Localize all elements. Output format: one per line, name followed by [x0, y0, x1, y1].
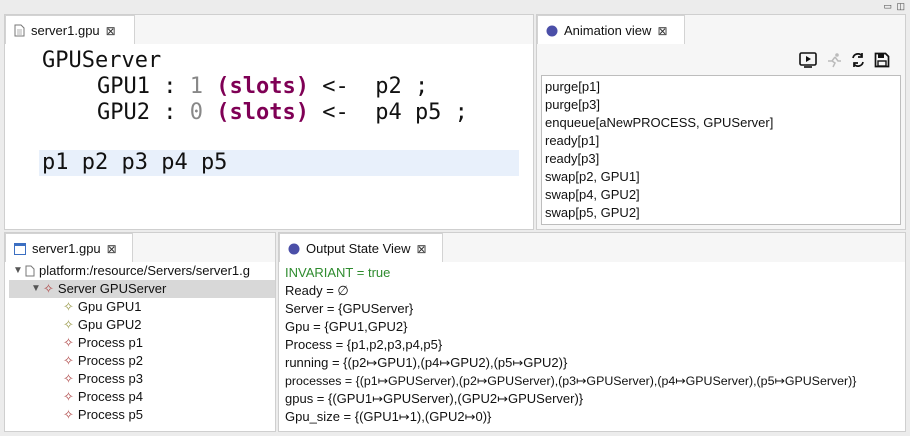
- play-icon[interactable]: [797, 50, 819, 70]
- animation-body: purge[p1] purge[p3] enqueue[aNewPROCESS,…: [537, 44, 905, 229]
- tree-item-label: Process p1: [77, 335, 143, 350]
- expand-arrow-icon[interactable]: ▼: [13, 262, 25, 280]
- state-line: Gpu_size = {(GPU1↦1),(GPU2↦0)}: [285, 409, 492, 424]
- tab-label: Output State View: [306, 241, 411, 256]
- tree-item-process[interactable]: ✧ Process p5: [63, 406, 143, 424]
- window-controls[interactable]: ▭ ◫: [883, 1, 906, 12]
- gpu-icon: ✧: [63, 299, 74, 314]
- editor-content[interactable]: GPUServer GPU1 : 1 (slots) <- p2 ; GPU2 …: [5, 44, 533, 229]
- output-panel: Output State View ⊠ INVARIANT = true Rea…: [278, 232, 906, 432]
- tree-item-process[interactable]: ✧ Process p3: [63, 370, 143, 388]
- file-icon: [14, 24, 25, 37]
- tree-item-label: Process p5: [77, 407, 143, 422]
- tree-item-label: Gpu GPU2: [77, 317, 142, 332]
- process-icon: ✧: [63, 371, 74, 386]
- event-item[interactable]: ready[p1]: [545, 132, 897, 150]
- save-icon[interactable]: [871, 50, 893, 70]
- editor-tabbar: server1.gpu ⊠: [5, 15, 533, 45]
- event-item[interactable]: enqueue[aNewPROCESS, GPUServer]: [545, 114, 897, 132]
- tree-item-label: Process p2: [77, 353, 143, 368]
- refresh-icon[interactable]: [847, 50, 869, 70]
- event-item[interactable]: purge[p3]: [545, 96, 897, 114]
- tree-item-process[interactable]: ✧ Process p2: [63, 352, 143, 370]
- outline-tabbar: server1.gpu ⊠: [5, 233, 275, 263]
- run-icon[interactable]: [823, 50, 845, 70]
- window-icon: [14, 242, 26, 255]
- tab-label: server1.gpu: [32, 241, 101, 256]
- tree-item-root[interactable]: ▼ platform:/resource/Servers/server1.g: [13, 262, 250, 280]
- state-line: Gpu = {GPU1,GPU2}: [285, 319, 408, 334]
- tab-output-state-view[interactable]: Output State View ⊠: [279, 233, 443, 263]
- state-line: Server = {GPUServer}: [285, 301, 414, 316]
- close-icon[interactable]: ⊠: [106, 24, 116, 38]
- tree-item-process[interactable]: ✧ Process p4: [63, 388, 143, 406]
- process-icon: ✧: [63, 335, 74, 350]
- editor-panel: server1.gpu ⊠ GPUServer GPU1 : 1 (slots)…: [4, 14, 534, 230]
- tab-label: server1.gpu: [31, 23, 100, 38]
- editor-line-processes: p1 p2 p3 p4 p5: [42, 150, 228, 175]
- state-line: processes = {(p1↦GPUServer),(p2↦GPUServe…: [285, 374, 857, 388]
- state-line: running = {(p2↦GPU1),(p4↦GPU2),(p5↦GPU2)…: [285, 355, 568, 370]
- animation-tabbar: Animation view ⊠: [537, 15, 905, 45]
- tree-item-server[interactable]: ▼ ✧ Server GPUServer: [31, 280, 166, 298]
- tree-item-process[interactable]: ✧ Process p1: [63, 334, 143, 352]
- animation-panel: Animation view ⊠ purge[p1] purge[p3] enq…: [536, 14, 906, 230]
- server-icon: ✧: [43, 281, 54, 296]
- process-icon: ✧: [63, 407, 74, 422]
- animation-view-icon: [546, 25, 558, 37]
- tree-item-gpu[interactable]: ✧ Gpu GPU1: [63, 298, 142, 316]
- close-icon[interactable]: ⊠: [657, 24, 667, 38]
- event-list[interactable]: purge[p1] purge[p3] enqueue[aNewPROCESS,…: [541, 75, 901, 225]
- editor-line-gpu2: GPU2 : 0 (slots) <- p4 p5 ;: [97, 100, 468, 125]
- editor-line-gpu1: GPU1 : 1 (slots) <- p2 ;: [97, 74, 429, 99]
- invariant-line: INVARIANT = true: [285, 265, 391, 280]
- tree-item-gpu[interactable]: ✧ Gpu GPU2: [63, 316, 142, 334]
- tree-item-label: Process p4: [77, 389, 143, 404]
- tab-outline-server1[interactable]: server1.gpu ⊠: [5, 233, 133, 263]
- event-item[interactable]: swap[p2, GPU1]: [545, 168, 897, 186]
- process-icon: ✧: [63, 353, 74, 368]
- outline-panel: server1.gpu ⊠ ▼ platform:/resource/Serve…: [4, 232, 276, 432]
- state-line: Process = {p1,p2,p3,p4,p5}: [285, 337, 443, 352]
- process-icon: ✧: [63, 389, 74, 404]
- file-icon: [25, 265, 35, 277]
- close-icon[interactable]: ⊠: [417, 242, 427, 256]
- event-item[interactable]: swap[p4, GPU2]: [545, 186, 897, 204]
- output-content[interactable]: INVARIANT = true Ready = ∅ Server = {GPU…: [279, 262, 905, 431]
- tree-item-label: Gpu GPU1: [77, 299, 142, 314]
- event-item[interactable]: purge[p1]: [545, 78, 897, 96]
- event-item[interactable]: swap[p5, GPU2]: [545, 204, 897, 222]
- tree-item-label: Server GPUServer: [57, 281, 167, 296]
- output-view-icon: [288, 243, 300, 255]
- event-item[interactable]: ready[p3]: [545, 150, 897, 168]
- tree-item-label: platform:/resource/Servers/server1.g: [39, 263, 250, 278]
- output-tabbar: Output State View ⊠: [279, 233, 905, 263]
- tab-label: Animation view: [564, 23, 652, 38]
- outline-tree: ▼ platform:/resource/Servers/server1.g ▼…: [5, 262, 275, 431]
- state-line: Ready = ∅: [285, 283, 349, 298]
- expand-arrow-icon[interactable]: ▼: [31, 280, 43, 298]
- tab-editor-server1[interactable]: server1.gpu ⊠: [5, 15, 135, 45]
- gpu-icon: ✧: [63, 317, 74, 332]
- tab-animation-view[interactable]: Animation view ⊠: [537, 15, 685, 45]
- tree-item-label: Process p3: [77, 371, 143, 386]
- editor-line-server: GPUServer: [42, 48, 162, 73]
- state-line: gpus = {(GPU1↦GPUServer),(GPU2↦GPUServer…: [285, 391, 584, 406]
- close-icon[interactable]: ⊠: [107, 242, 117, 256]
